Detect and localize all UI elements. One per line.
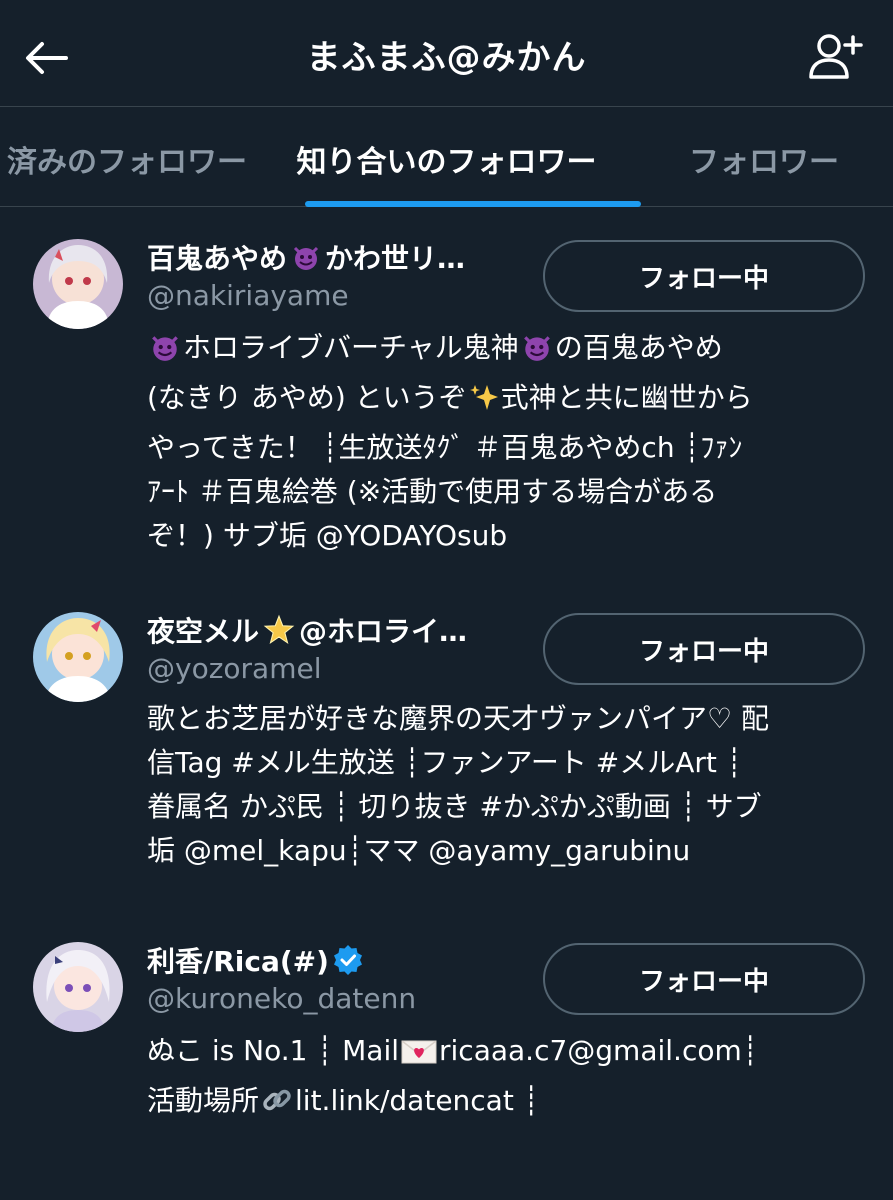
avatar[interactable] [33,942,123,1032]
user-bio: ぬこ is No.1 ┊ Mail ricaaa.c7@gmail.com┊ 活動… [147,1029,859,1129]
tab-followers[interactable]: フォロワー [689,137,839,181]
list-item[interactable]: 夜空メル @ホロライ… @yozoramel フォロー中 歌とお芝居が好きな魔界… [0,580,893,910]
user-display-name[interactable]: 夜空メル @ホロライ… [147,610,527,650]
top-bar: まふまふ@みかん [0,0,893,107]
person-add-icon [809,34,863,79]
smiling-imp-emoji [521,331,553,376]
user-handle[interactable]: @kuroneko_datenn [147,982,416,1015]
bio-line: 活動場所 lit.link/datencat ┊ [147,1079,859,1129]
bio-line: やってきた！ ┊生放送ﾀｸﾞ ＃百鬼あやめch ┊ﾌｧﾝ [147,431,743,464]
avatar[interactable] [33,239,123,329]
verified-badge-icon [333,945,363,975]
user-display-name[interactable]: 百鬼あやめ かわ世リ… [147,237,527,277]
user-bio: ホロライブバーチャル鬼神 の百鬼あやめ (なきり あやめ) というぞ 式神と共に幽世… [147,326,859,558]
bio-line: 歌とお芝居が好きな魔界の天才ヴァンパイア♡ 配 [147,702,770,735]
user-handle[interactable]: @yozoramel [147,652,321,685]
follower-tabs: 済みのフォロワー 知り合いのフォロワー フォロワー [0,107,893,207]
user-bio: 歌とお芝居が好きな魔界の天才ヴァンパイア♡ 配 信Tag #メル生放送 ┊ファン… [147,697,859,873]
page-title: まふまふ@みかん [306,38,587,78]
bio-line: (なきり あやめ) というぞ 式神と共に幽世から [147,376,859,426]
user-display-name[interactable]: 利香/Rica(#) [147,940,527,980]
bio-line: ｱｰﾄ ＃百鬼絵巻 (※活動で使用する場合がある [147,475,718,508]
bio-line: 信Tag #メル生放送 ┊ファンアート #メルArt ┊ [147,746,743,779]
user-handle[interactable]: @nakiriayame [147,279,349,312]
smiling-imp-emoji [149,331,181,376]
following-button[interactable]: フォロー中 [543,943,865,1015]
add-user-button[interactable] [805,28,865,84]
list-item[interactable]: 百鬼あやめ かわ世リ… @nakiriayame フォロー中 ホロライブバーチャ… [0,207,893,577]
link-emoji [261,1084,293,1129]
sparkles-emoji [469,382,499,426]
bio-line: ぬこ is No.1 ┊ Mail ricaaa.c7@gmail.com┊ [147,1029,859,1079]
bio-line: 眷属名 かぷ民 ┊ 切り抜き #かぷかぷ動画 ┊ サブ [147,790,762,823]
following-button[interactable]: フォロー中 [543,613,865,685]
glowing-star-emoji [263,614,295,646]
list-item[interactable]: 利香/Rica(#) @kuroneko_datenn フォロー中 ぬこ is … [0,910,893,1150]
avatar[interactable] [33,612,123,702]
bio-line: 垢 @mel_kapu┊ママ @ayamy_garubinu [147,834,691,867]
bio-line: ホロライブバーチャル鬼神 の百鬼あやめ [147,326,859,376]
followers-screen: まふまふ@みかん 済みのフォロワー 知り合いのフォロワー フォロワー 百鬼あやめ… [0,0,893,1200]
love-letter-emoji [401,1035,437,1079]
smiling-imp-emoji [291,242,321,272]
bio-line: ぞ！) サブ垢 @YODAYOsub [147,519,508,552]
following-button[interactable]: フォロー中 [543,240,865,312]
